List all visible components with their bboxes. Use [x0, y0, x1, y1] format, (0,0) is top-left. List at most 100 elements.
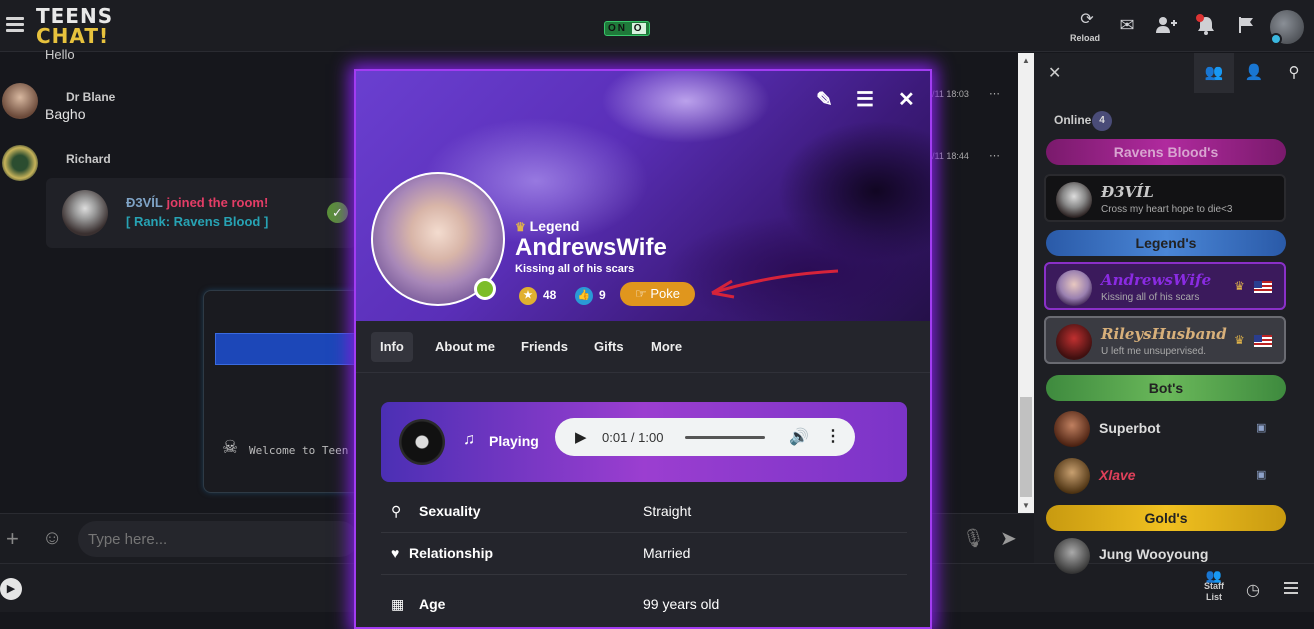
- tab-about-me[interactable]: About me: [426, 332, 504, 362]
- bot-banner: [215, 333, 365, 365]
- play-icon[interactable]: ▶: [0, 578, 22, 600]
- bot-device-icon: ▣: [1256, 469, 1267, 481]
- reload-label[interactable]: Reload: [1070, 33, 1100, 43]
- join-username[interactable]: Ð3VÍL: [126, 195, 163, 210]
- avatar[interactable]: [2, 83, 38, 119]
- close-icon[interactable]: ✕: [1048, 63, 1061, 83]
- tab-friends-icon[interactable]: 👤: [1234, 53, 1274, 93]
- message-username[interactable]: Dr Blane: [66, 90, 115, 104]
- poke-label: Poke: [650, 286, 680, 301]
- avatar[interactable]: [2, 145, 38, 181]
- user-name[interactable]: Ð3VÍL: [1101, 183, 1154, 201]
- user-row[interactable]: Jung Wooyoung: [1054, 536, 1294, 576]
- user-card[interactable]: RileysHusband U left me unsupervised. ♛: [1044, 316, 1286, 364]
- notification-bell-icon[interactable]: [1195, 14, 1217, 36]
- tab-users-icon[interactable]: 👥: [1194, 53, 1234, 93]
- user-name[interactable]: AndrewsWife: [1101, 271, 1211, 289]
- tab-search-icon[interactable]: ⚲: [1274, 53, 1314, 93]
- chat-message-text: Hello: [45, 47, 75, 62]
- avatar[interactable]: [1056, 182, 1092, 218]
- check-icon: ✓: [327, 202, 348, 223]
- info-key: Relationship: [409, 545, 494, 561]
- app-logo[interactable]: TEENS CHAT!: [36, 6, 113, 46]
- volume-icon[interactable]: 🔊: [789, 427, 809, 447]
- toggle-on-label: ON: [608, 23, 627, 34]
- rank-header-legends: Legend's: [1046, 230, 1286, 256]
- clock-icon[interactable]: ◷: [1246, 580, 1260, 600]
- scroll-up-icon[interactable]: ▲: [1022, 56, 1030, 65]
- online-label: Online: [1054, 113, 1092, 127]
- user-name[interactable]: Jung Wooyoung: [1099, 546, 1208, 562]
- mail-icon[interactable]: ✉: [1116, 14, 1138, 36]
- likes-stat[interactable]: 👍 9: [575, 283, 606, 307]
- stars-stat[interactable]: ★ 48: [519, 283, 556, 307]
- profile-music-player: ♫ Playing ▶ 0:01 / 1:00 🔊 ⋮: [381, 402, 907, 482]
- menu-icon[interactable]: [6, 17, 24, 33]
- avatar[interactable]: [1056, 270, 1092, 306]
- logo-line-1: TEENS: [36, 4, 114, 28]
- user-row[interactable]: Superbot ▣: [1054, 409, 1294, 449]
- reload-icon[interactable]: ⟳: [1076, 9, 1098, 31]
- us-flag-icon: [1254, 281, 1272, 293]
- profile-mood: Kissing all of his scars: [515, 263, 635, 275]
- user-row[interactable]: Xlave ▣: [1054, 456, 1294, 496]
- chat-scrollbar[interactable]: ▲ ▼: [1018, 53, 1034, 513]
- play-icon[interactable]: ▶: [575, 428, 587, 446]
- scroll-down-icon[interactable]: ▼: [1022, 501, 1030, 510]
- skull-icon: ☠: [222, 437, 239, 457]
- edit-icon[interactable]: ✎: [816, 87, 833, 112]
- microphone-icon[interactable]: 🎙: [962, 528, 985, 549]
- profile-tabs: Info About me Friends Gifts More: [356, 321, 930, 373]
- avatar[interactable]: [1054, 538, 1090, 574]
- likes-count: 9: [599, 288, 606, 302]
- tab-gifts[interactable]: Gifts: [585, 332, 633, 362]
- info-row-sexuality: ⚲ Sexuality Straight: [381, 491, 907, 533]
- tab-friends[interactable]: Friends: [512, 332, 577, 362]
- message-options-icon[interactable]: ⋯: [989, 87, 1000, 100]
- emoji-icon[interactable]: ☺: [42, 527, 62, 550]
- message-options-icon[interactable]: ⋯: [989, 149, 1000, 162]
- report-flag-icon[interactable]: [1235, 14, 1257, 36]
- send-icon[interactable]: ➤: [1000, 526, 1017, 551]
- list-label: List: [1205, 592, 1222, 602]
- tab-info[interactable]: Info: [371, 332, 413, 362]
- rank-header-bots: Bot's: [1046, 375, 1286, 401]
- music-note-icon: ♫: [463, 431, 475, 448]
- message-username[interactable]: Richard: [66, 152, 111, 166]
- vinyl-disc-icon: [399, 419, 445, 465]
- tab-more[interactable]: More: [642, 332, 691, 362]
- add-friend-icon[interactable]: [1155, 14, 1177, 36]
- info-value: Married: [643, 545, 691, 561]
- avatar[interactable]: [1054, 458, 1090, 494]
- bot-welcome-text: Welcome to Teen: [249, 444, 349, 457]
- user-name[interactable]: RileysHusband: [1101, 325, 1227, 343]
- online-count: 4: [1092, 111, 1112, 131]
- audio-progress-bar[interactable]: [685, 436, 765, 439]
- user-card[interactable]: Ð3VÍL Cross my heart hope to die<3: [1044, 174, 1286, 222]
- avatar[interactable]: [1054, 411, 1090, 447]
- scrollbar-thumb[interactable]: [1020, 397, 1032, 497]
- online-status-dot: [474, 278, 496, 300]
- close-icon[interactable]: ✕: [898, 87, 915, 112]
- toggle-off-label: O: [631, 23, 646, 34]
- legend-rank-icon: ♛: [515, 220, 526, 234]
- menu-icon[interactable]: [1284, 582, 1298, 597]
- avatar[interactable]: [62, 190, 108, 236]
- menu-icon[interactable]: ☰: [856, 87, 874, 112]
- user-card[interactable]: AndrewsWife Kissing all of his scars ♛: [1044, 262, 1286, 310]
- user-mood: Kissing all of his scars: [1101, 292, 1200, 303]
- info-row-age: ▦ Age 99 years old: [381, 584, 907, 626]
- profile-modal: ✎ ☰ ✕ ♛ Legend AndrewsWife Kissing all o…: [354, 69, 932, 629]
- message-input[interactable]: [78, 521, 358, 557]
- user-name[interactable]: Xlave: [1099, 467, 1136, 483]
- logo-line-2: CHAT!: [36, 24, 110, 48]
- avatar[interactable]: [1056, 324, 1092, 360]
- user-name[interactable]: Superbot: [1099, 420, 1160, 436]
- info-key: Age: [419, 596, 446, 612]
- us-flag-icon: [1254, 335, 1272, 347]
- plus-icon[interactable]: +: [6, 526, 19, 552]
- join-text: Ð3VÍL joined the room!: [126, 195, 268, 210]
- on-off-toggle[interactable]: ON O: [604, 21, 650, 36]
- poke-button[interactable]: ☞ Poke: [620, 282, 695, 306]
- audio-options-icon[interactable]: ⋮: [825, 426, 841, 446]
